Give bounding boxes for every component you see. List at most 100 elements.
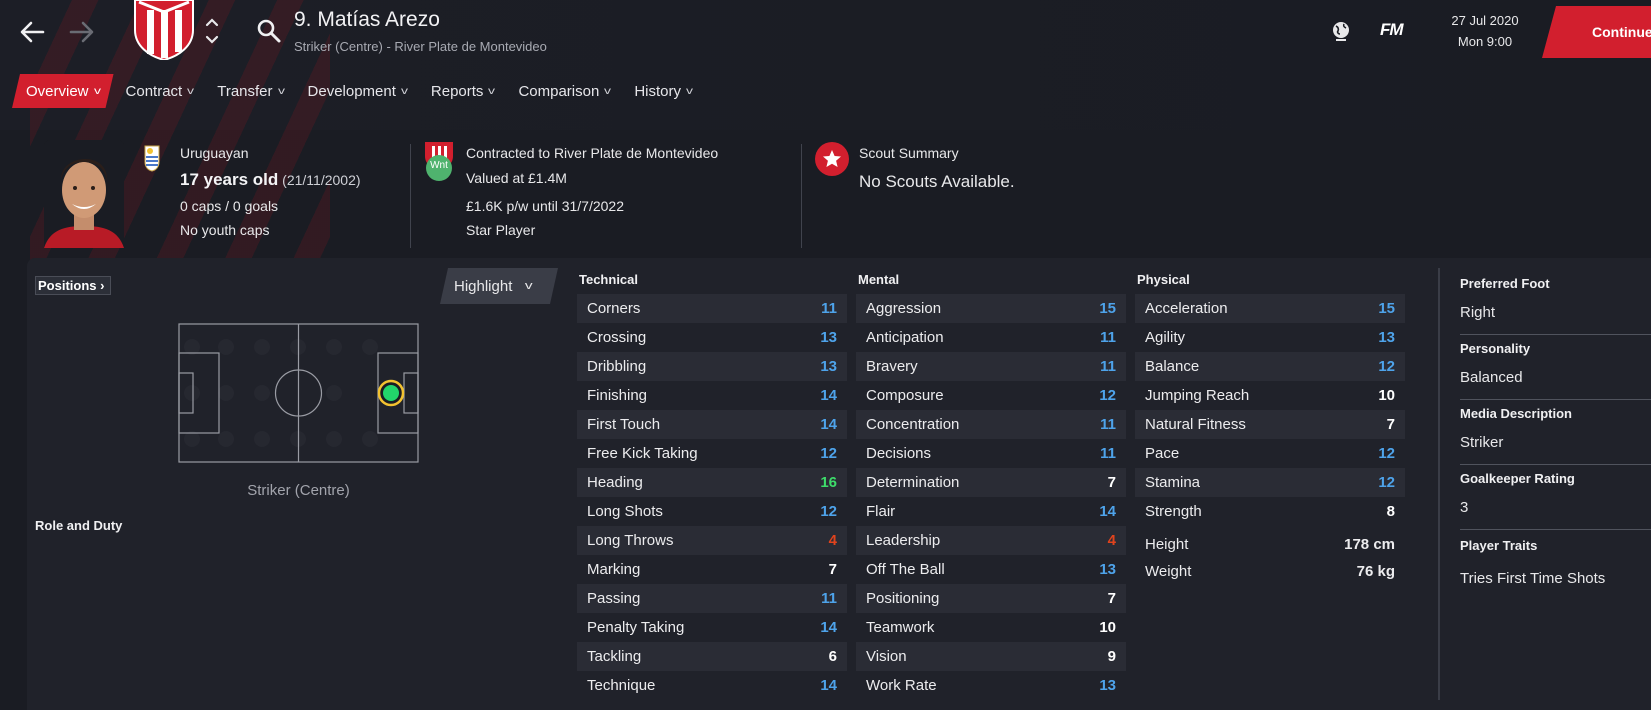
attribute-name: Pace — [1145, 445, 1180, 462]
attribute-row[interactable]: Long Shots 12 — [577, 497, 847, 526]
tab-transfer[interactable]: Transfer v — [205, 74, 295, 108]
wage-text: £1.6K p/w until 31/7/2022 — [466, 198, 625, 214]
attribute-row[interactable]: Technique 14 — [577, 671, 847, 700]
attribute-row[interactable]: Stamina 12 — [1135, 468, 1405, 497]
contract-text[interactable]: Contracted to River Plate de Montevideo — [466, 145, 718, 161]
arrow-left-icon — [20, 21, 45, 43]
attribute-row[interactable]: Positioning 7 — [856, 584, 1126, 613]
attribute-row[interactable]: Concentration 11 — [856, 410, 1126, 439]
attribute-row[interactable]: Acceleration 15 — [1135, 294, 1405, 323]
attribute-value: 10 — [1378, 387, 1395, 404]
attribute-row[interactable]: Free Kick Taking 12 — [577, 439, 847, 468]
nationality-flag[interactable] — [144, 144, 160, 172]
weight-row: Weight 76 kg — [1135, 558, 1405, 585]
attribute-row[interactable]: Pace 12 — [1135, 439, 1405, 468]
tab-history[interactable]: History v — [622, 74, 704, 108]
attribute-row[interactable]: Vision 9 — [856, 642, 1126, 671]
tab-comparison[interactable]: Comparison v — [506, 74, 622, 108]
attribute-value: 14 — [820, 416, 837, 433]
attribute-row[interactable]: Aggression 15 — [856, 294, 1126, 323]
preferred-foot-label: Preferred Foot — [1460, 276, 1550, 291]
preferred-foot-block: Preferred Foot Right — [1460, 270, 1651, 335]
attribute-row[interactable]: Teamwork 10 — [856, 613, 1126, 642]
positions-button[interactable]: Positions › — [35, 276, 111, 295]
search-button[interactable] — [256, 18, 282, 44]
attribute-name: Free Kick Taking — [587, 445, 698, 462]
attribute-row[interactable]: Crossing 13 — [577, 323, 847, 352]
fm-logo[interactable]: FM — [1380, 20, 1404, 40]
tab-reports[interactable]: Reports v — [419, 74, 507, 108]
personality-value: Balanced — [1460, 369, 1523, 386]
attribute-row[interactable]: Heading 16 — [577, 468, 847, 497]
chevron-down-icon: v — [685, 85, 693, 97]
wanted-badge-text: Wnt — [430, 160, 448, 171]
attribute-row[interactable]: Finishing 14 — [577, 381, 847, 410]
player-trait-item[interactable]: Tries First Time Shots — [1460, 570, 1651, 587]
position-pitch[interactable] — [178, 323, 419, 463]
nationality-text[interactable]: Uruguayan — [180, 145, 249, 161]
tab-overview[interactable]: Overview v — [12, 74, 114, 108]
attribute-row[interactable]: Dribbling 13 — [577, 352, 847, 381]
attribute-row[interactable]: Bravery 11 — [856, 352, 1126, 381]
dob-text: (21/11/2002) — [282, 172, 361, 188]
attribute-row[interactable]: Work Rate 13 — [856, 671, 1126, 700]
attribute-row[interactable]: Anticipation 11 — [856, 323, 1126, 352]
attribute-value: 7 — [1386, 416, 1395, 433]
attribute-row[interactable]: Flair 14 — [856, 497, 1126, 526]
attribute-value: 7 — [828, 561, 837, 578]
chevron-down-icon: v — [400, 85, 408, 97]
back-button[interactable] — [14, 14, 50, 50]
attribute-row[interactable]: Determination 7 — [856, 468, 1126, 497]
divider — [410, 144, 411, 248]
search-icon — [257, 19, 281, 43]
attribute-name: Tackling — [587, 648, 642, 665]
attribute-row[interactable]: Leadership 4 — [856, 526, 1126, 555]
tab-development[interactable]: Development v — [296, 74, 419, 108]
star-icon — [823, 150, 841, 167]
age-text: 17 years old — [180, 170, 279, 189]
attribute-name: Natural Fitness — [1145, 416, 1246, 433]
attribute-value: 13 — [1378, 329, 1395, 346]
weight-value: 76 kg — [1356, 563, 1395, 580]
attribute-value: 9 — [1107, 648, 1116, 665]
attribute-value: 13 — [820, 358, 837, 375]
attribute-row[interactable]: First Touch 14 — [577, 410, 847, 439]
chevron-down-icon: v — [525, 280, 533, 292]
chevron-down-icon: v — [277, 85, 285, 97]
attribute-value: 11 — [1100, 445, 1116, 462]
club-badge[interactable]: Wnt — [422, 142, 456, 182]
attribute-value: 11 — [1100, 416, 1116, 433]
attribute-row[interactable]: Decisions 11 — [856, 439, 1126, 468]
club-crest[interactable] — [133, 0, 195, 62]
highlight-dropdown[interactable]: Highlight v — [440, 268, 558, 304]
attribute-row[interactable]: Tackling 6 — [577, 642, 847, 671]
attribute-row[interactable]: Off The Ball 13 — [856, 555, 1126, 584]
attribute-name: Decisions — [866, 445, 932, 462]
physical-attributes: Physical Acceleration 15 Agility 13 Balance 1… — [1135, 272, 1405, 585]
scout-summary-badge — [815, 142, 849, 176]
attribute-name: Work Rate — [866, 677, 937, 694]
world-button[interactable] — [1330, 20, 1352, 42]
attribute-value: 12 — [1378, 474, 1395, 491]
player-switcher[interactable] — [203, 14, 221, 48]
tab-contract[interactable]: Contract v — [114, 74, 206, 108]
player-subtitle[interactable]: Striker (Centre) - River Plate de Montev… — [294, 39, 547, 54]
technical-attributes: Technical Corners 11 Crossing 13 Dribbling 13… — [577, 272, 847, 700]
attribute-row[interactable]: Jumping Reach 10 — [1135, 381, 1405, 410]
attribute-row[interactable]: Balance 12 — [1135, 352, 1405, 381]
attribute-row[interactable]: Corners 11 — [577, 294, 847, 323]
continue-button[interactable]: Continue — [1542, 6, 1651, 58]
forward-button[interactable] — [64, 14, 100, 50]
attribute-row[interactable]: Passing 11 — [577, 584, 847, 613]
attribute-row[interactable]: Composure 12 — [856, 381, 1126, 410]
attribute-row[interactable]: Agility 13 — [1135, 323, 1405, 352]
attribute-name: Long Shots — [587, 503, 663, 520]
attribute-row[interactable]: Long Throws 4 — [577, 526, 847, 555]
attribute-row[interactable]: Marking 7 — [577, 555, 847, 584]
attribute-row[interactable]: Strength 8 — [1135, 497, 1405, 526]
attribute-value: 12 — [1378, 445, 1395, 462]
attribute-row[interactable]: Penalty Taking 14 — [577, 613, 847, 642]
highlight-label: Highlight — [454, 277, 513, 295]
youth-caps-text: No youth caps — [180, 222, 270, 238]
attribute-row[interactable]: Natural Fitness 7 — [1135, 410, 1405, 439]
